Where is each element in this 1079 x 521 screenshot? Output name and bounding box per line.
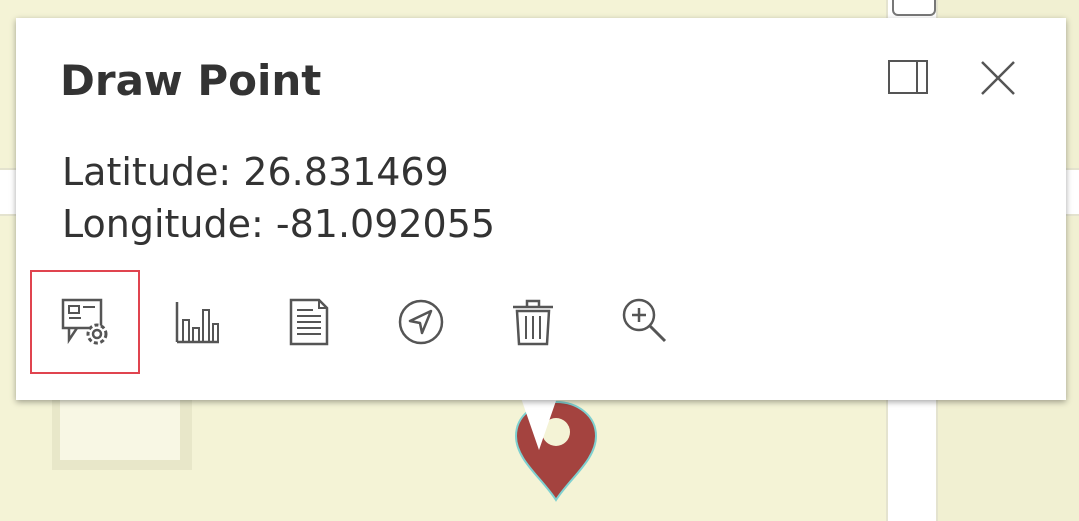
popup-title: Draw Point [60, 56, 322, 105]
navigate-icon [398, 299, 444, 345]
edit-settings-button[interactable] [30, 270, 140, 374]
road-shield-icon [892, 0, 936, 16]
coordinates: Latitude: 26.831469 Longitude: -81.09205… [62, 146, 495, 250]
popup-panel: Draw Point Latitude: 26.831469 Longitude… [16, 18, 1066, 400]
document-button[interactable] [254, 270, 364, 374]
trash-icon [513, 299, 553, 346]
map-building-inner [60, 395, 180, 460]
chart-button[interactable] [142, 270, 252, 374]
longitude-text: Longitude: -81.092055 [62, 202, 496, 246]
edit-settings-icon [61, 298, 108, 345]
delete-button[interactable] [478, 270, 588, 374]
close-icon[interactable] [978, 58, 1018, 98]
latitude-text: Latitude: 26.831469 [62, 150, 449, 194]
zoom-in-icon [622, 298, 667, 343]
dock-button[interactable] [888, 60, 928, 94]
popup-pointer [521, 398, 557, 450]
bar-chart-icon [175, 302, 219, 344]
document-icon [289, 298, 329, 346]
dock-icon [916, 62, 918, 92]
zoom-to-button[interactable] [590, 270, 700, 374]
navigate-button[interactable] [366, 270, 476, 374]
